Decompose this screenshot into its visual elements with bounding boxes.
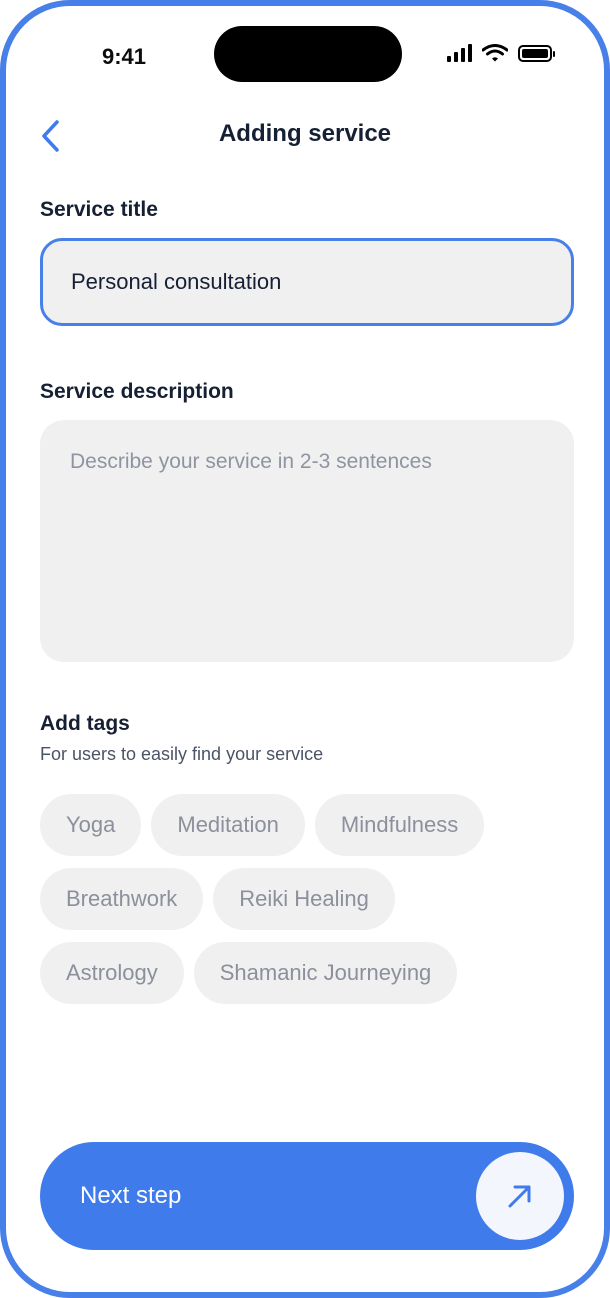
tag-meditation[interactable]: Meditation [151, 794, 305, 856]
dynamic-island [214, 26, 402, 82]
battery-icon [518, 44, 555, 62]
tag-breathwork[interactable]: Breathwork [40, 868, 204, 930]
cellular-signal-icon [447, 44, 472, 62]
service-title-input[interactable]: Personal consultation [40, 238, 574, 326]
status-icons [447, 44, 555, 62]
next-arrow-circle [476, 1152, 564, 1240]
phone-frame: 9:41 Adding service Service title Person… [0, 0, 610, 1298]
service-description-placeholder: Describe your service in 2-3 sentences [70, 450, 432, 473]
page-title: Adding service [218, 120, 392, 147]
tag-yoga[interactable]: Yoga [40, 794, 142, 856]
tag-mindfulness[interactable]: Mindfulness [314, 794, 485, 856]
tag-list: Yoga Meditation Mindfulness Breathwork R… [40, 794, 540, 1004]
next-step-button[interactable]: Next step [40, 1142, 574, 1250]
service-description-input[interactable]: Describe your service in 2-3 sentences [40, 420, 574, 662]
service-title-label: Service title [40, 198, 158, 221]
tag-astrology[interactable]: Astrology [40, 942, 184, 1004]
tag-reiki-healing[interactable]: Reiki Healing [213, 868, 395, 930]
status-time: 9:41 [102, 44, 147, 69]
service-description-label: Service description [40, 380, 234, 403]
next-step-label: Next step [80, 1182, 182, 1209]
arrow-up-right-icon [508, 1185, 531, 1208]
tag-shamanic-journeying[interactable]: Shamanic Journeying [193, 942, 458, 1004]
add-tags-label: Add tags [40, 712, 130, 735]
wifi-icon [482, 44, 508, 62]
service-title-value: Personal consultation [71, 269, 282, 294]
add-tags-subtitle: For users to easily find your service [40, 744, 324, 764]
